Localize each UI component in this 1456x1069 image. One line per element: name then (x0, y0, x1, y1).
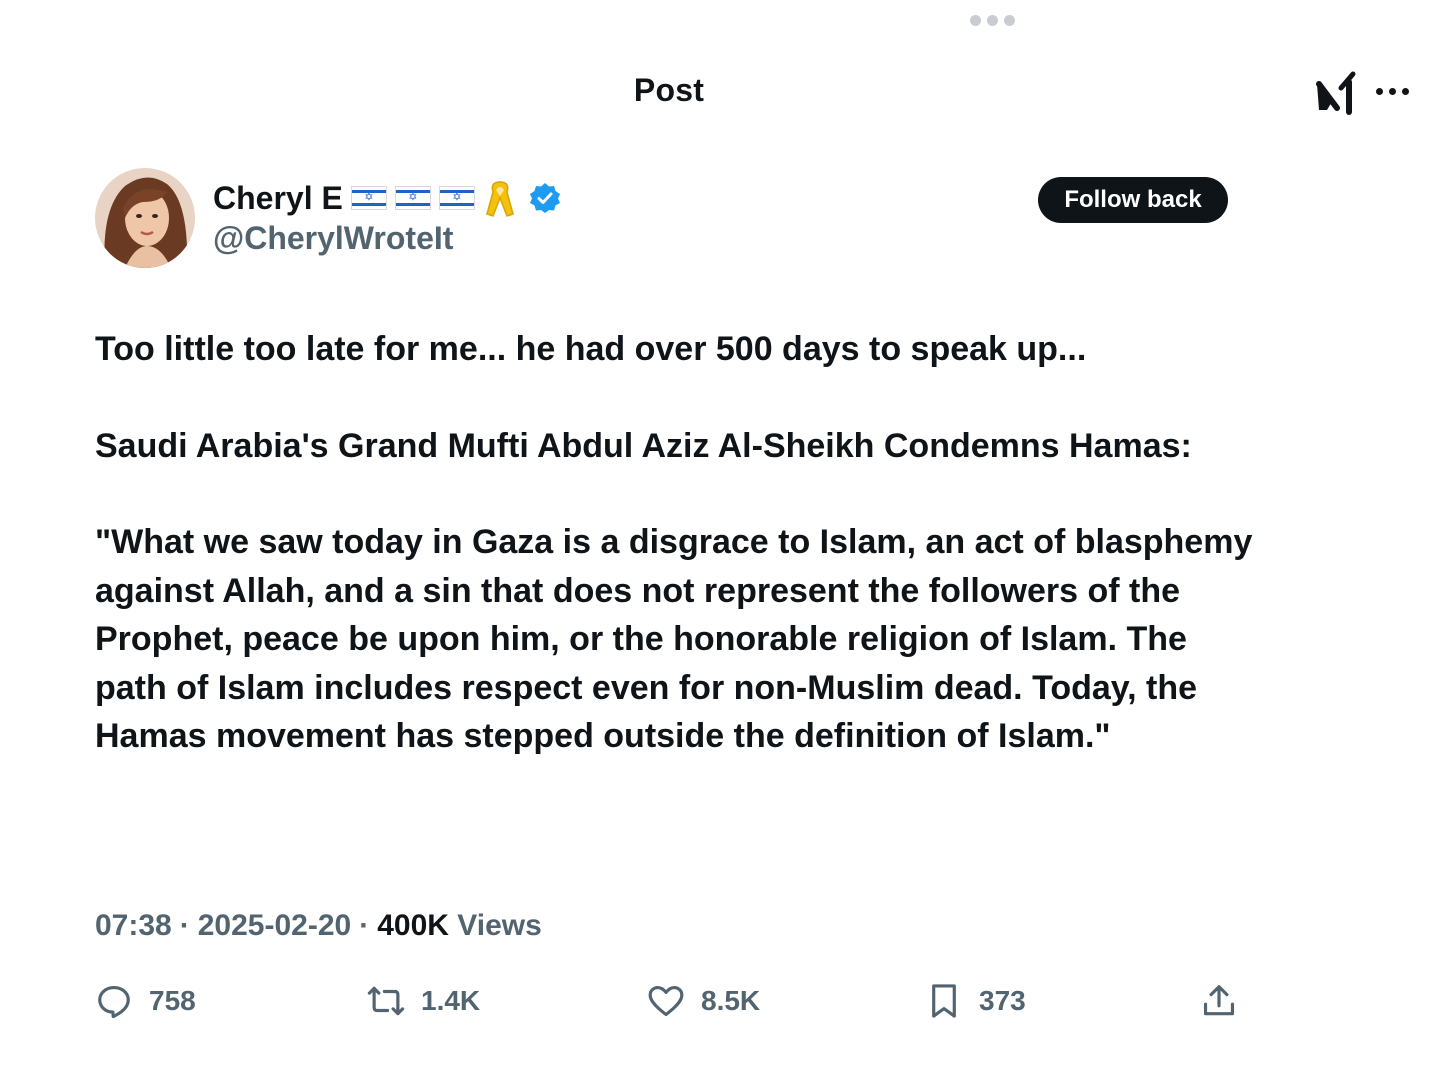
like-button[interactable]: 8.5K (647, 982, 760, 1020)
grok-icon[interactable] (1313, 70, 1359, 116)
more-options-icon[interactable] (1376, 88, 1409, 95)
window-handle-dots-icon[interactable] (970, 15, 1015, 26)
repost-count: 1.4K (421, 985, 481, 1016)
reply-count: 758 (149, 985, 196, 1016)
israel-flag-icon: ✡ (394, 186, 431, 210)
post-paragraph: Saudi Arabia's Grand Mufti Abdul Aziz Al… (95, 426, 1192, 465)
yellow-ribbon-icon (485, 181, 514, 217)
bookmark-icon (932, 984, 956, 1018)
post-time[interactable]: 07:38 (95, 909, 172, 943)
avatar[interactable] (95, 168, 195, 268)
verified-badge-icon[interactable] (529, 182, 561, 214)
post-paragraph: "What we saw today in Gaza is a disgrace… (95, 523, 1253, 755)
bookmark-button[interactable]: 373 (925, 982, 1026, 1020)
post-meta: 07:38 · 2025-02-20 · 400K Views (95, 909, 542, 943)
heart-icon (648, 985, 684, 1017)
repost-button[interactable]: 1.4K (367, 982, 480, 1020)
share-icon (1203, 985, 1235, 1016)
reply-icon (98, 985, 130, 1019)
follow-back-button[interactable]: Follow back (1038, 177, 1228, 223)
page-title: Post (633, 72, 705, 108)
author-handle[interactable]: @CherylWroteIt (213, 220, 453, 257)
israel-flag-icon: ✡ (350, 186, 387, 210)
repost-icon (367, 986, 405, 1016)
israel-flag-icon: ✡ (438, 186, 475, 210)
views-label: Views (457, 909, 542, 942)
post-actions: 758 1.4K 8.5K 373 (95, 982, 1240, 1022)
views-count: 400K (377, 909, 449, 942)
meta-separator: · (359, 909, 370, 942)
post-text: Too little too late for me... he had ove… (95, 325, 1255, 761)
author-name[interactable]: Cheryl E (213, 180, 343, 217)
author-name-row: Cheryl E ✡ ✡ ✡ (213, 178, 561, 218)
reply-button[interactable]: 758 (95, 982, 196, 1020)
bookmark-count: 373 (979, 985, 1026, 1016)
like-count: 8.5K (701, 985, 761, 1016)
post-paragraph: Too little too late for me... he had ove… (95, 330, 1087, 368)
post-date[interactable]: 2025-02-20 (198, 909, 351, 943)
share-button[interactable] (1200, 982, 1238, 1020)
meta-separator: · (179, 909, 190, 942)
